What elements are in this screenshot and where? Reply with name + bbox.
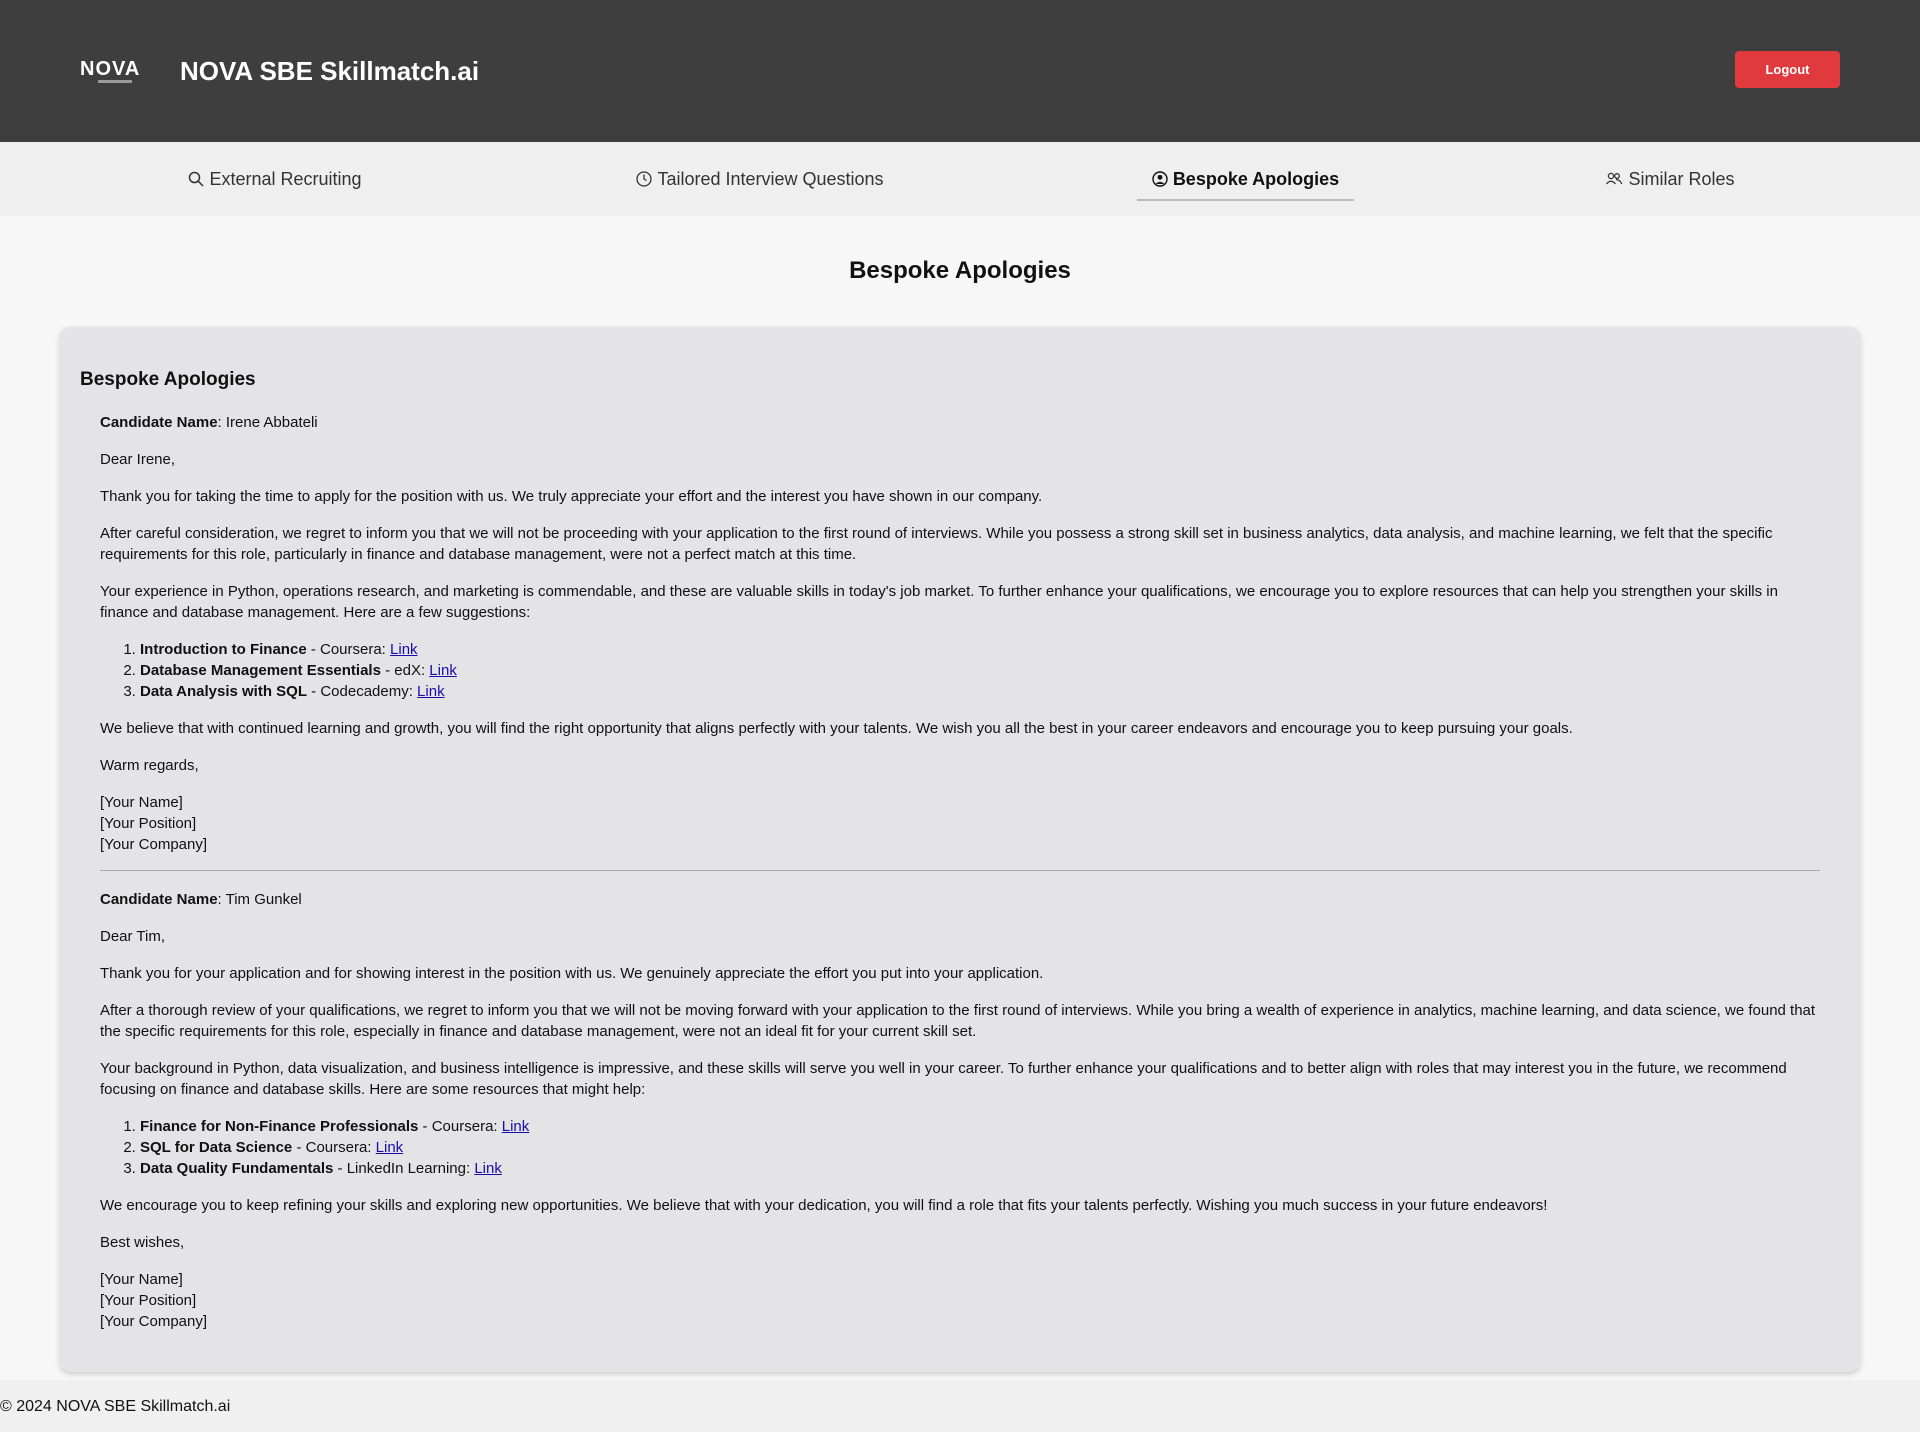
card-title: Bespoke Apologies bbox=[80, 369, 256, 390]
letter-paragraph: Your background in Python, data visualiz… bbox=[100, 1060, 1787, 1098]
tab-bar: External Recruiting Tailored Interview Q… bbox=[0, 142, 1920, 216]
letter-paragraph: Thank you for taking the time to apply f… bbox=[100, 488, 1043, 505]
letter-paragraph: We encourage you to keep refining your s… bbox=[100, 1197, 1548, 1214]
resource-title: Data Analysis with SQL bbox=[140, 683, 307, 700]
signature-name: [Your Name] bbox=[100, 1271, 183, 1288]
signature-name: [Your Name] bbox=[100, 794, 183, 811]
logo-text: NOVA bbox=[80, 58, 141, 80]
candidate-name: : Tim Gunkel bbox=[217, 891, 302, 908]
resource-title: Introduction to Finance bbox=[140, 641, 307, 658]
tab-label: Similar Roles bbox=[1628, 168, 1735, 189]
resource-link[interactable]: Link bbox=[390, 641, 418, 658]
letter-divider bbox=[100, 870, 1820, 871]
logout-button[interactable]: Logout bbox=[1735, 51, 1840, 88]
tab-label: Bespoke Apologies bbox=[1172, 168, 1340, 189]
tab-label: External Recruiting bbox=[209, 168, 362, 189]
greeting: Dear Irene, bbox=[100, 451, 176, 468]
closing: Warm regards, bbox=[100, 757, 199, 774]
page-footer: © 2024 NOVA SBE Skillmatch.ai bbox=[0, 1380, 1920, 1432]
closing: Best wishes, bbox=[100, 1234, 185, 1251]
nova-logo: NOVA bbox=[80, 58, 140, 86]
candidate-label: Candidate Name bbox=[100, 891, 218, 908]
apologies-card: Bespoke Apologies Candidate Name: Irene … bbox=[60, 327, 1860, 1372]
resource-link[interactable]: Link bbox=[502, 1118, 530, 1135]
resource-link[interactable]: Link bbox=[417, 683, 445, 700]
list-item: Data Analysis with SQL - Codecademy: Lin… bbox=[140, 681, 1820, 702]
user-circle-icon bbox=[1152, 171, 1168, 187]
resource-source: - Codecademy: bbox=[307, 683, 418, 700]
resource-list: Finance for Non-Finance Professionals - … bbox=[140, 1116, 1820, 1179]
resource-title: Database Management Essentials bbox=[140, 662, 381, 679]
letter-paragraph: We believe that with continued learning … bbox=[100, 720, 1573, 737]
resource-link[interactable]: Link bbox=[376, 1139, 404, 1156]
clock-icon bbox=[636, 171, 653, 187]
apology-letter: Candidate Name: Tim Gunkel Dear Tim, Tha… bbox=[100, 889, 1820, 1332]
signature: [Your Name] [Your Position] [Your Compan… bbox=[100, 792, 1820, 855]
list-item: Introduction to Finance - Coursera: Link bbox=[140, 639, 1820, 660]
app-header: NOVA NOVA SBE Skillmatch.ai Logout bbox=[0, 0, 1920, 142]
letter-paragraph: After a thorough review of your qualific… bbox=[100, 1002, 1816, 1040]
resource-source: - edX: bbox=[380, 662, 430, 679]
candidate-name: : Irene Abbateli bbox=[217, 414, 318, 431]
letter-paragraph: After careful consideration, we regret t… bbox=[100, 525, 1773, 563]
letter-paragraph: Your experience in Python, operations re… bbox=[100, 583, 1778, 621]
users-icon bbox=[1605, 171, 1623, 187]
tab-external-recruiting[interactable]: External Recruiting bbox=[150, 142, 400, 216]
resource-link[interactable]: Link bbox=[474, 1160, 502, 1177]
apology-letter: Candidate Name: Irene Abbateli Dear Iren… bbox=[100, 412, 1820, 855]
resource-source: - Coursera: bbox=[306, 641, 391, 658]
letter-paragraph: Thank you for your application and for s… bbox=[100, 965, 1044, 982]
resource-title: Data Quality Fundamentals bbox=[140, 1160, 334, 1177]
resource-title: Finance for Non-Finance Professionals bbox=[140, 1118, 419, 1135]
signature-company: [Your Company] bbox=[100, 836, 208, 853]
signature-position: [Your Position] bbox=[100, 1292, 197, 1309]
candidate-label: Candidate Name bbox=[100, 414, 218, 431]
signature-company: [Your Company] bbox=[100, 1313, 208, 1330]
page-title: Bespoke Apologies bbox=[849, 257, 1071, 284]
tab-tailored-interview-questions[interactable]: Tailored Interview Questions bbox=[600, 142, 920, 216]
resource-link[interactable]: Link bbox=[429, 662, 457, 679]
signature: [Your Name] [Your Position] [Your Compan… bbox=[100, 1269, 1820, 1332]
signature-position: [Your Position] bbox=[100, 815, 197, 832]
list-item: Finance for Non-Finance Professionals - … bbox=[140, 1116, 1820, 1137]
list-item: Data Quality Fundamentals - LinkedIn Lea… bbox=[140, 1158, 1820, 1179]
search-icon bbox=[188, 171, 204, 187]
resource-source: - Coursera: bbox=[292, 1139, 376, 1156]
resource-source: - LinkedIn Learning: bbox=[333, 1160, 475, 1177]
tab-bespoke-apologies[interactable]: Bespoke Apologies bbox=[1137, 142, 1354, 216]
tab-label: Tailored Interview Questions bbox=[657, 168, 884, 189]
resource-title: SQL for Data Science bbox=[140, 1139, 293, 1156]
list-item: SQL for Data Science - Coursera: Link bbox=[140, 1137, 1820, 1158]
footer-text: © 2024 NOVA SBE Skillmatch.ai bbox=[0, 1398, 231, 1415]
resource-source: - Coursera: bbox=[418, 1118, 502, 1135]
candidate-line: Candidate Name: Tim Gunkel bbox=[100, 889, 1820, 910]
greeting: Dear Tim, bbox=[100, 928, 166, 945]
app-title: NOVA SBE Skillmatch.ai bbox=[180, 56, 480, 86]
candidate-line: Candidate Name: Irene Abbateli bbox=[100, 412, 1820, 433]
tab-similar-roles[interactable]: Similar Roles bbox=[1580, 142, 1760, 216]
resource-list: Introduction to Finance - Coursera: Link… bbox=[140, 639, 1820, 702]
list-item: Database Management Essentials - edX: Li… bbox=[140, 660, 1820, 681]
